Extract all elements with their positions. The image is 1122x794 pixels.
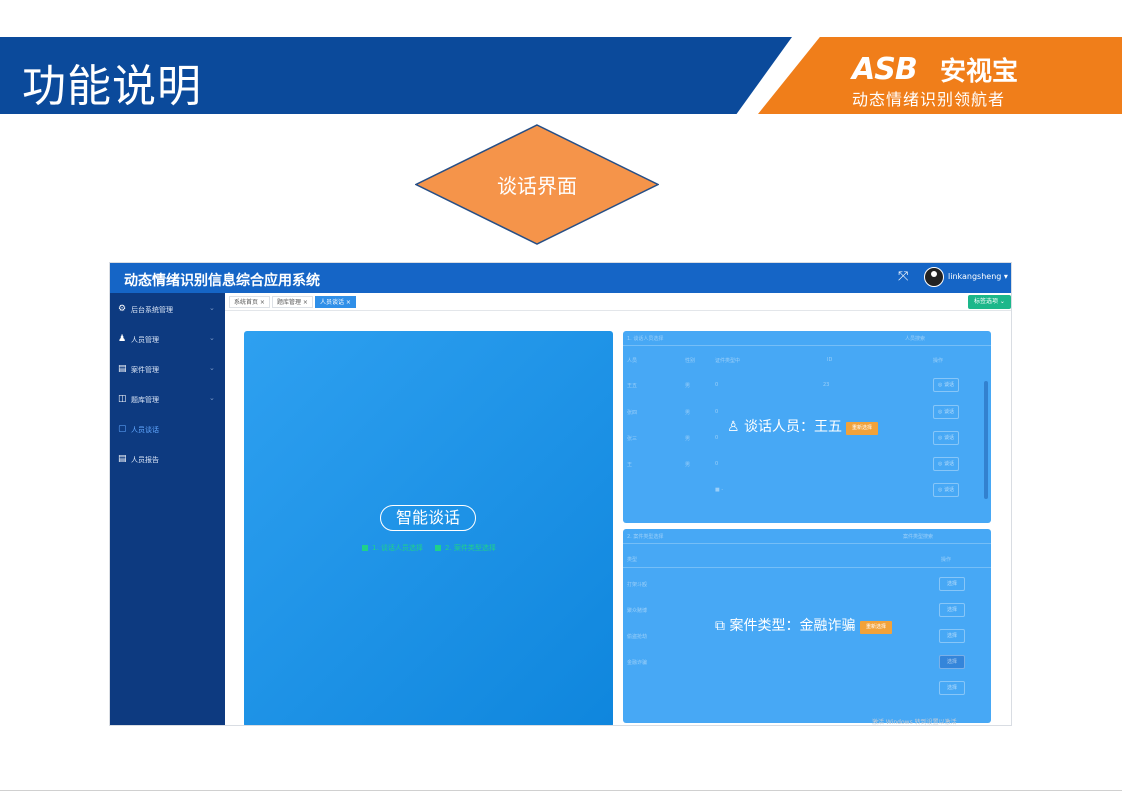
person-select-panel: 1. 谈话人员选择 人员搜索 人员 性别 证件类型中 ID 操作 王五 男 0 …: [623, 331, 991, 523]
select-button[interactable]: 选择: [939, 629, 965, 643]
sidebar-item-cases[interactable]: ▤ 案件管理 ⌄: [110, 355, 225, 385]
windows-watermark: 激活 Windows 转到设置以激活: [872, 719, 957, 726]
col-header: 操作: [933, 358, 944, 364]
cell: 偷盗抢劫: [627, 634, 648, 640]
case-type-panel: 2. 案件类型选择 案件类型搜索 类型 操作 打架斗殴 选择 聚众赌博 选择 偷…: [623, 529, 991, 723]
case-search-input[interactable]: 案件类型搜索: [903, 533, 933, 540]
selected-person: ♙ 谈话人员：王五: [727, 419, 843, 435]
cell: 男: [685, 410, 691, 416]
username-menu[interactable]: linkangsheng ▾: [948, 272, 1008, 281]
col-header: 性别: [685, 358, 696, 364]
avatar-icon[interactable]: [924, 267, 944, 287]
sidebar-item-questions[interactable]: ◫ 题库管理 ⌄: [110, 385, 225, 415]
fullscreen-icon[interactable]: ⤧: [898, 269, 908, 284]
cell: 0: [715, 435, 719, 441]
divider: [623, 567, 991, 568]
sidebar-item-label: 题库管理: [131, 396, 159, 404]
sidebar-item-report[interactable]: ▤ 人员报告: [110, 445, 225, 475]
logo-name: 安视宝: [940, 57, 1019, 87]
copy-icon: ⧉: [715, 618, 725, 634]
scrollbar[interactable]: [984, 381, 988, 499]
reselect-person-button[interactable]: 重新选择: [846, 422, 879, 435]
talk-button[interactable]: ◎ 谈话: [933, 378, 959, 392]
cell: 男: [685, 436, 691, 442]
cell: 张三: [627, 436, 638, 442]
col-header: 类型: [627, 557, 638, 563]
document-icon: ▤: [118, 364, 127, 374]
talk-button[interactable]: ◎ 谈话: [933, 431, 959, 445]
step-hint-case: 2. 案件类型选择: [435, 543, 496, 553]
select-button[interactable]: 选择: [939, 681, 965, 695]
smart-interview-panel: 智能谈话 1. 谈话人员选择 2. 案件类型选择: [244, 331, 613, 725]
tab-questions[interactable]: 题库管理 ×: [272, 296, 313, 308]
tab-home[interactable]: 系统首页 ×: [229, 296, 270, 308]
chevron-down-icon: ⌄: [209, 364, 215, 372]
chat-icon: ▢: [118, 424, 127, 434]
app-screenshot: 动态情绪识别信息综合应用系统 ⤧ linkangsheng ▾ ⚙ 后台系统管理…: [109, 262, 1012, 726]
select-button[interactable]: 选择: [939, 603, 965, 617]
select-button[interactable]: 选择: [939, 577, 965, 591]
user-icon: ♙: [727, 419, 740, 435]
smart-interview-button[interactable]: 智能谈话: [380, 505, 476, 531]
sidebar-item-label: 后台系统管理: [131, 306, 173, 314]
reselect-case-button[interactable]: 重新选择: [860, 621, 893, 634]
chevron-down-icon: ⌄: [209, 394, 215, 402]
footer-divider: [0, 790, 1122, 791]
tab-bar: 系统首页 × 题库管理 × 人员谈话 × 标签选项 ⌄: [225, 293, 1011, 311]
panel-header: 1. 谈话人员选择: [627, 336, 664, 342]
step-hint-person: 1. 谈话人员选择: [362, 543, 423, 553]
col-header: ID: [827, 357, 833, 363]
tab-interview[interactable]: 人员谈话 ×: [315, 296, 356, 308]
col-header: 人员: [627, 358, 638, 364]
person-search-input[interactable]: 人员搜索: [905, 335, 925, 342]
sidebar-item-label: 人员管理: [131, 336, 159, 344]
chevron-down-icon: ⌄: [209, 304, 215, 312]
cell: ■ -: [715, 487, 724, 493]
diamond-label: 谈话界面: [497, 174, 577, 198]
logo-slogan: 动态情绪识别领航者: [852, 90, 1006, 109]
cell: 0: [715, 382, 719, 388]
talk-button[interactable]: ◎ 谈话: [933, 483, 959, 497]
chevron-down-icon: ⌄: [209, 334, 215, 342]
book-icon: ◫: [118, 394, 127, 404]
sidebar-item-label: 人员谈话: [131, 426, 159, 434]
sidebar-item-label: 人员报告: [131, 456, 159, 464]
sidebar-item-personnel[interactable]: ♟ 人员管理 ⌄: [110, 325, 225, 355]
col-header: 操作: [941, 557, 952, 563]
divider: [623, 543, 991, 544]
user-icon: ♟: [118, 334, 127, 344]
cell: 金融诈骗: [627, 660, 648, 666]
talk-button[interactable]: ◎ 谈话: [933, 405, 959, 419]
app-topbar: 动态情绪识别信息综合应用系统 ⤧ linkangsheng ▾: [110, 263, 1011, 293]
cell: 打架斗殴: [627, 582, 648, 588]
cell: 男: [685, 462, 691, 468]
slide-title: 功能说明: [22, 61, 202, 112]
tab-options-button[interactable]: 标签选项 ⌄: [968, 295, 1011, 309]
cell: 0: [715, 461, 719, 467]
select-button[interactable]: 选择: [939, 655, 965, 669]
app-title: 动态情绪识别信息综合应用系统: [124, 273, 320, 289]
sidebar-item-label: 案件管理: [131, 366, 159, 374]
sidebar: ⚙ 后台系统管理 ⌄ ♟ 人员管理 ⌄ ▤ 案件管理 ⌄ ◫ 题库管理 ⌄ ▢ …: [110, 293, 225, 725]
talk-button[interactable]: ◎ 谈话: [933, 457, 959, 471]
cell: 张四: [627, 410, 638, 416]
cell: 男: [685, 383, 691, 389]
cell: 王: [627, 462, 633, 468]
gear-icon: ⚙: [118, 304, 127, 314]
cell: 23: [823, 382, 830, 388]
sidebar-item-system[interactable]: ⚙ 后台系统管理 ⌄: [110, 295, 225, 325]
col-header: 证件类型中: [715, 358, 741, 364]
cell: 0: [715, 409, 719, 415]
cell: 聚众赌博: [627, 608, 648, 614]
selected-case-type: ⧉ 案件类型：金融诈骗: [715, 618, 856, 634]
panel-header: 2. 案件类型选择: [627, 534, 664, 540]
sidebar-item-interview[interactable]: ▢ 人员谈话: [110, 415, 225, 445]
divider: [623, 345, 991, 346]
report-icon: ▤: [118, 454, 127, 464]
logo-mark: ASB: [852, 52, 918, 87]
cell: 王五: [627, 383, 638, 389]
